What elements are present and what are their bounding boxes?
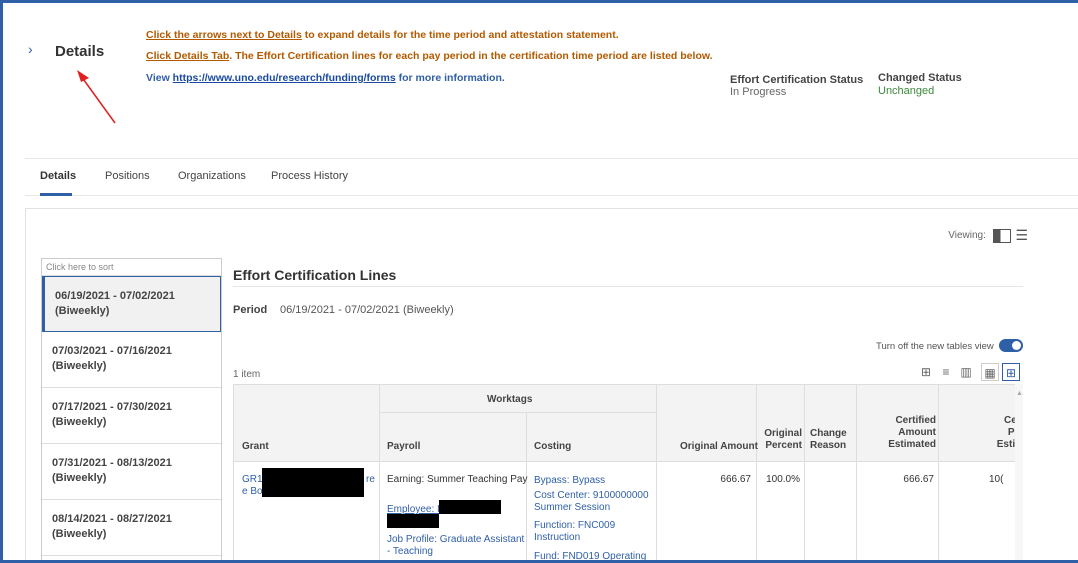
period-item[interactable]: 07/31/2021 - 08/13/2021 (Biweekly) bbox=[42, 444, 221, 500]
changed-status-value: Unchanged bbox=[878, 85, 935, 97]
expand-details-link[interactable]: Click the arrows next to Details bbox=[146, 29, 302, 41]
period-value: 06/19/2021 - 07/02/2021 (Biweekly) bbox=[280, 304, 454, 316]
costing-cost-center[interactable]: Cost Center: 9100000000 Summer Session bbox=[534, 490, 649, 514]
effort-status-value: In Progress bbox=[730, 86, 787, 98]
effort-status-label: Effort Certification Status bbox=[730, 74, 864, 86]
chart-icon[interactable]: ▥ bbox=[957, 363, 975, 381]
list-view-icon[interactable]: ☰ bbox=[1015, 227, 1028, 243]
instruction-line-2: Click Details Tab. The Effort Certificat… bbox=[146, 50, 713, 62]
certified-amount-value: 666.67 bbox=[903, 474, 934, 485]
col-divider bbox=[379, 385, 380, 560]
filter-icon[interactable]: ≡ bbox=[937, 363, 955, 381]
period-item[interactable]: 07/03/2021 - 07/16/2021 (Biweekly) bbox=[42, 332, 221, 388]
certified-amount-header[interactable]: Certified Amount Estimated bbox=[856, 415, 936, 451]
redaction-block bbox=[439, 500, 501, 514]
instruction-line-3: View https://www.uno.edu/research/fundin… bbox=[146, 72, 505, 84]
tab-bar: Details Positions Organizations Process … bbox=[25, 158, 1078, 196]
redaction-block bbox=[262, 468, 364, 497]
sort-header[interactable]: Click here to sort bbox=[42, 259, 221, 276]
export-excel-icon[interactable]: ⊞ bbox=[917, 363, 935, 381]
split-view-icon[interactable] bbox=[992, 228, 1011, 243]
tables-view-toggle[interactable] bbox=[999, 339, 1023, 352]
viewing-label: Viewing: bbox=[948, 230, 986, 242]
scroll-up-icon[interactable]: ▲ bbox=[1016, 390, 1023, 397]
costing-bypass[interactable]: Bypass: Bypass bbox=[534, 475, 605, 486]
original-amount-value: 666.67 bbox=[720, 474, 751, 485]
section-title: Effort Certification Lines bbox=[233, 267, 397, 283]
worktags-header: Worktags bbox=[487, 394, 533, 405]
costing-function[interactable]: Function: FNC009 Instruction bbox=[534, 520, 615, 544]
details-tab-link[interactable]: Click Details Tab bbox=[146, 50, 229, 62]
period-item[interactable]: 06/19/2021 - 07/02/2021 (Biweekly) bbox=[42, 276, 221, 332]
original-percent-header[interactable]: Original Percent bbox=[756, 428, 802, 452]
period-item[interactable]: 08/14/2021 - 08/27/2021 (Biweekly) bbox=[42, 500, 221, 556]
instruction-line-1: Click the arrows next to Details to expa… bbox=[146, 29, 619, 41]
tables-view-toggle-label: Turn off the new tables view bbox=[876, 341, 994, 352]
costing-header[interactable]: Costing bbox=[534, 441, 571, 452]
table-scrollbar[interactable]: ▲ bbox=[1015, 384, 1023, 560]
effort-lines-table: Worktags Grant Payroll Costing Original … bbox=[233, 384, 1023, 560]
tab-positions[interactable]: Positions bbox=[105, 170, 150, 182]
payroll-job-profile[interactable]: Job Profile: Graduate Assistant - Teachi… bbox=[387, 534, 524, 558]
col-divider bbox=[526, 412, 527, 560]
viewing-control: Viewing: ☰ bbox=[948, 227, 1028, 244]
redaction-block bbox=[387, 514, 439, 528]
grant-header[interactable]: Grant bbox=[242, 441, 269, 452]
section-divider bbox=[233, 286, 1023, 287]
period-label: Period bbox=[233, 304, 268, 316]
grant-text-fragment: e Bo bbox=[242, 486, 263, 497]
payroll-header[interactable]: Payroll bbox=[387, 441, 420, 452]
red-arrow-icon bbox=[77, 70, 116, 124]
changed-status-label: Changed Status bbox=[878, 72, 962, 84]
period-sort-list: Click here to sort 06/19/2021 - 07/02/20… bbox=[41, 258, 222, 560]
period-item[interactable]: 07/17/2021 - 07/30/2021 (Biweekly) bbox=[42, 388, 221, 444]
active-tab-indicator bbox=[40, 193, 72, 196]
col-divider bbox=[938, 385, 939, 560]
grid-view-icon[interactable]: ⊞ bbox=[1002, 363, 1020, 381]
expand-chevron-icon[interactable]: › bbox=[28, 41, 33, 57]
forms-url-link[interactable]: https://www.uno.edu/research/funding/for… bbox=[173, 72, 396, 84]
original-percent-value: 100.0% bbox=[766, 474, 800, 485]
change-reason-header[interactable]: Change Reason bbox=[810, 428, 847, 452]
page-frame: › Details Click the arrows next to Detai… bbox=[0, 0, 1078, 563]
details-title: Details bbox=[55, 43, 105, 60]
tab-organizations[interactable]: Organizations bbox=[178, 170, 246, 182]
certified-percent-value: 10( bbox=[989, 474, 1004, 485]
col-divider bbox=[804, 385, 805, 560]
grant-text-fragment: re bbox=[366, 474, 375, 485]
item-count: 1 item bbox=[233, 369, 261, 380]
table-view-icon[interactable]: ▦ bbox=[981, 363, 999, 381]
costing-fund[interactable]: Fund: FND019 Operating bbox=[534, 551, 646, 560]
group-header-divider bbox=[379, 412, 656, 413]
tab-process-history[interactable]: Process History bbox=[271, 170, 348, 182]
tab-details[interactable]: Details bbox=[40, 170, 76, 182]
original-amount-header[interactable]: Original Amount bbox=[680, 441, 758, 452]
payroll-earning: Earning: Summer Teaching Pay bbox=[387, 474, 528, 485]
